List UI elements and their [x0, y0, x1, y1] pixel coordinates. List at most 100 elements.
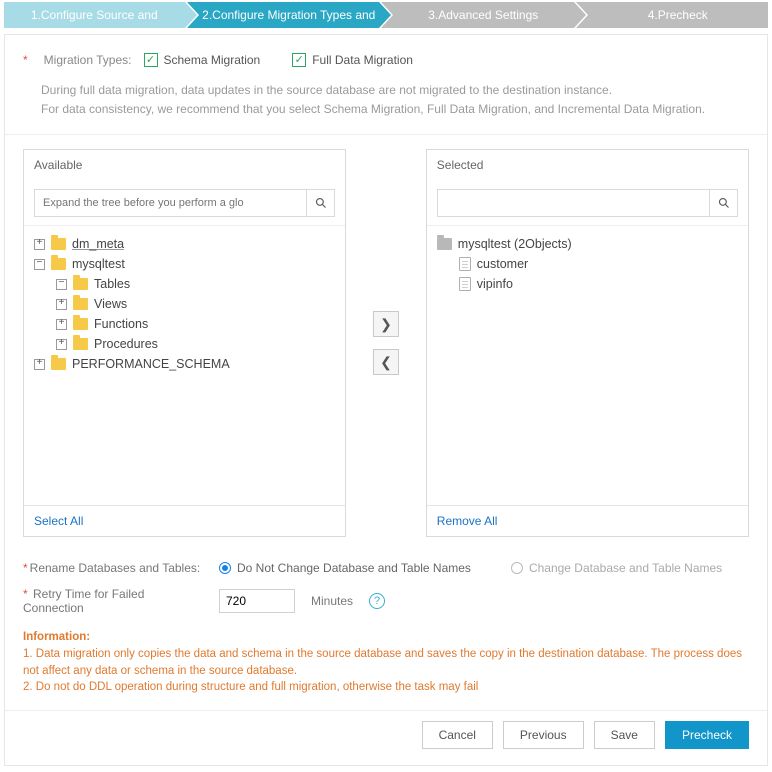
schema-migration-option[interactable]: Schema Migration — [144, 53, 261, 67]
selected-item-label[interactable]: vipinfo — [477, 277, 513, 291]
retry-unit: Minutes — [311, 594, 353, 608]
info-box: Information: 1. Data migration only copi… — [23, 629, 749, 696]
folder-icon — [51, 238, 66, 250]
step-4[interactable]: 4.Precheck — [588, 2, 769, 28]
form-section: *Rename Databases and Tables: Do Not Cha… — [5, 551, 767, 625]
folder-icon — [437, 238, 452, 250]
schema-migration-text: Schema Migration — [164, 53, 261, 67]
tree-node-dm-meta[interactable]: + dm_meta — [34, 234, 335, 254]
collapse-icon[interactable]: − — [56, 279, 67, 290]
rename-option-no-change[interactable]: Do Not Change Database and Table Names — [219, 561, 471, 575]
selected-item-customer[interactable]: customer — [459, 254, 738, 274]
required-marker: * — [23, 53, 28, 67]
selected-db-label[interactable]: mysqltest (2Objects) — [458, 237, 572, 251]
migration-types-row: * Migration Types: Schema Migration Full… — [5, 35, 767, 71]
radio-off[interactable] — [511, 562, 523, 574]
retry-input[interactable] — [219, 589, 295, 613]
select-all-link[interactable]: Select All — [34, 514, 83, 528]
selected-db[interactable]: mysqltest (2Objects) — [437, 234, 738, 254]
tree-label[interactable]: mysqltest — [72, 257, 125, 271]
transfer-arrows: ❯ ❮ — [346, 149, 426, 537]
selected-tree: mysqltest (2Objects) customer vipinfo — [437, 234, 738, 294]
folder-icon — [51, 358, 66, 370]
full-data-migration-text: Full Data Migration — [312, 53, 413, 67]
move-right-button[interactable]: ❯ — [373, 311, 399, 337]
full-data-migration-option[interactable]: Full Data Migration — [292, 53, 413, 67]
help-icon[interactable]: ? — [369, 593, 385, 609]
tree-label[interactable]: Views — [94, 297, 127, 311]
info-title: Information: — [23, 629, 749, 646]
object-picker: Available + dm_meta − mys — [5, 149, 767, 551]
expand-icon[interactable]: + — [56, 339, 67, 350]
tree-node-perf-schema[interactable]: + PERFORMANCE_SCHEMA — [34, 354, 335, 374]
footer-buttons: Cancel Previous Save Precheck — [5, 710, 767, 765]
info-line-2: 2. Do not do DDL operation during struct… — [23, 679, 749, 696]
remove-all-link[interactable]: Remove All — [437, 514, 498, 528]
selected-search-button[interactable] — [709, 190, 737, 216]
available-search-button[interactable] — [306, 190, 334, 216]
tree-label[interactable]: Functions — [94, 317, 148, 331]
rename-opt1-text: Do Not Change Database and Table Names — [237, 561, 471, 575]
step-1[interactable]: 1.Configure Source and — [4, 2, 185, 28]
step-4-label: 4.Precheck — [648, 8, 708, 22]
available-footer: Select All — [24, 505, 345, 536]
move-left-button[interactable]: ❮ — [373, 349, 399, 375]
selected-body[interactable]: mysqltest (2Objects) customer vipinfo — [427, 225, 748, 505]
step-2-label: 2.Configure Migration Types and — [202, 8, 375, 22]
search-icon — [315, 197, 327, 209]
migration-types-description: During full data migration, data updates… — [5, 71, 767, 134]
rename-option-change[interactable]: Change Database and Table Names — [511, 561, 722, 575]
folder-icon — [51, 258, 66, 270]
tree-label[interactable]: PERFORMANCE_SCHEMA — [72, 357, 230, 371]
rename-row: *Rename Databases and Tables: Do Not Cha… — [23, 555, 749, 581]
tree-label[interactable]: Procedures — [94, 337, 158, 351]
available-body[interactable]: + dm_meta − mysqltest − Tables — [24, 225, 345, 505]
selected-item-label[interactable]: customer — [477, 257, 528, 271]
tree-label[interactable]: dm_meta — [72, 237, 124, 251]
expand-icon[interactable]: + — [34, 239, 45, 250]
tree-node-procedures[interactable]: + Procedures — [56, 334, 335, 354]
selected-search — [437, 189, 738, 217]
step-1-label: 1.Configure Source and — [31, 8, 158, 22]
selected-item-vipinfo[interactable]: vipinfo — [459, 274, 738, 294]
file-icon — [459, 277, 471, 291]
tree-node-functions[interactable]: + Functions — [56, 314, 335, 334]
search-icon — [718, 197, 730, 209]
cancel-button[interactable]: Cancel — [422, 721, 493, 749]
rename-opt2-text: Change Database and Table Names — [529, 561, 722, 575]
folder-icon — [73, 318, 88, 330]
step-2[interactable]: 2.Configure Migration Types and — [199, 2, 380, 28]
expand-icon[interactable]: + — [56, 299, 67, 310]
selected-title: Selected — [427, 150, 748, 181]
info-line-1: 1. Data migration only copies the data a… — [23, 646, 749, 679]
tree-node-mysqltest[interactable]: − mysqltest — [34, 254, 335, 274]
full-data-migration-checkbox[interactable] — [292, 53, 306, 67]
tree-node-tables[interactable]: − Tables — [56, 274, 335, 294]
rename-label: *Rename Databases and Tables: — [23, 561, 203, 575]
chevron-left-icon: ❮ — [380, 354, 392, 371]
selected-search-input[interactable] — [438, 191, 709, 215]
divider — [5, 134, 767, 135]
available-search-input[interactable] — [35, 191, 306, 215]
save-button[interactable]: Save — [594, 721, 655, 749]
expand-icon[interactable]: + — [34, 359, 45, 370]
main-container: * Migration Types: Schema Migration Full… — [4, 34, 768, 766]
previous-button[interactable]: Previous — [503, 721, 584, 749]
chevron-right-icon: ❯ — [380, 316, 392, 333]
migration-types-label: Migration Types: — [44, 53, 132, 67]
available-search — [34, 189, 335, 217]
folder-icon — [73, 298, 88, 310]
schema-migration-checkbox[interactable] — [144, 53, 158, 67]
expand-icon[interactable]: + — [56, 319, 67, 330]
folder-icon — [73, 278, 88, 290]
radio-on[interactable] — [219, 562, 231, 574]
collapse-icon[interactable]: − — [34, 259, 45, 270]
step-3[interactable]: 3.Advanced Settings — [393, 2, 574, 28]
tree-node-views[interactable]: + Views — [56, 294, 335, 314]
step-3-label: 3.Advanced Settings — [428, 8, 538, 22]
tree-label[interactable]: Tables — [94, 277, 130, 291]
retry-label: * Retry Time for Failed Connection — [23, 587, 203, 615]
desc-line-1: During full data migration, data updates… — [41, 81, 749, 100]
precheck-button[interactable]: Precheck — [665, 721, 749, 749]
desc-line-2: For data consistency, we recommend that … — [41, 100, 749, 119]
